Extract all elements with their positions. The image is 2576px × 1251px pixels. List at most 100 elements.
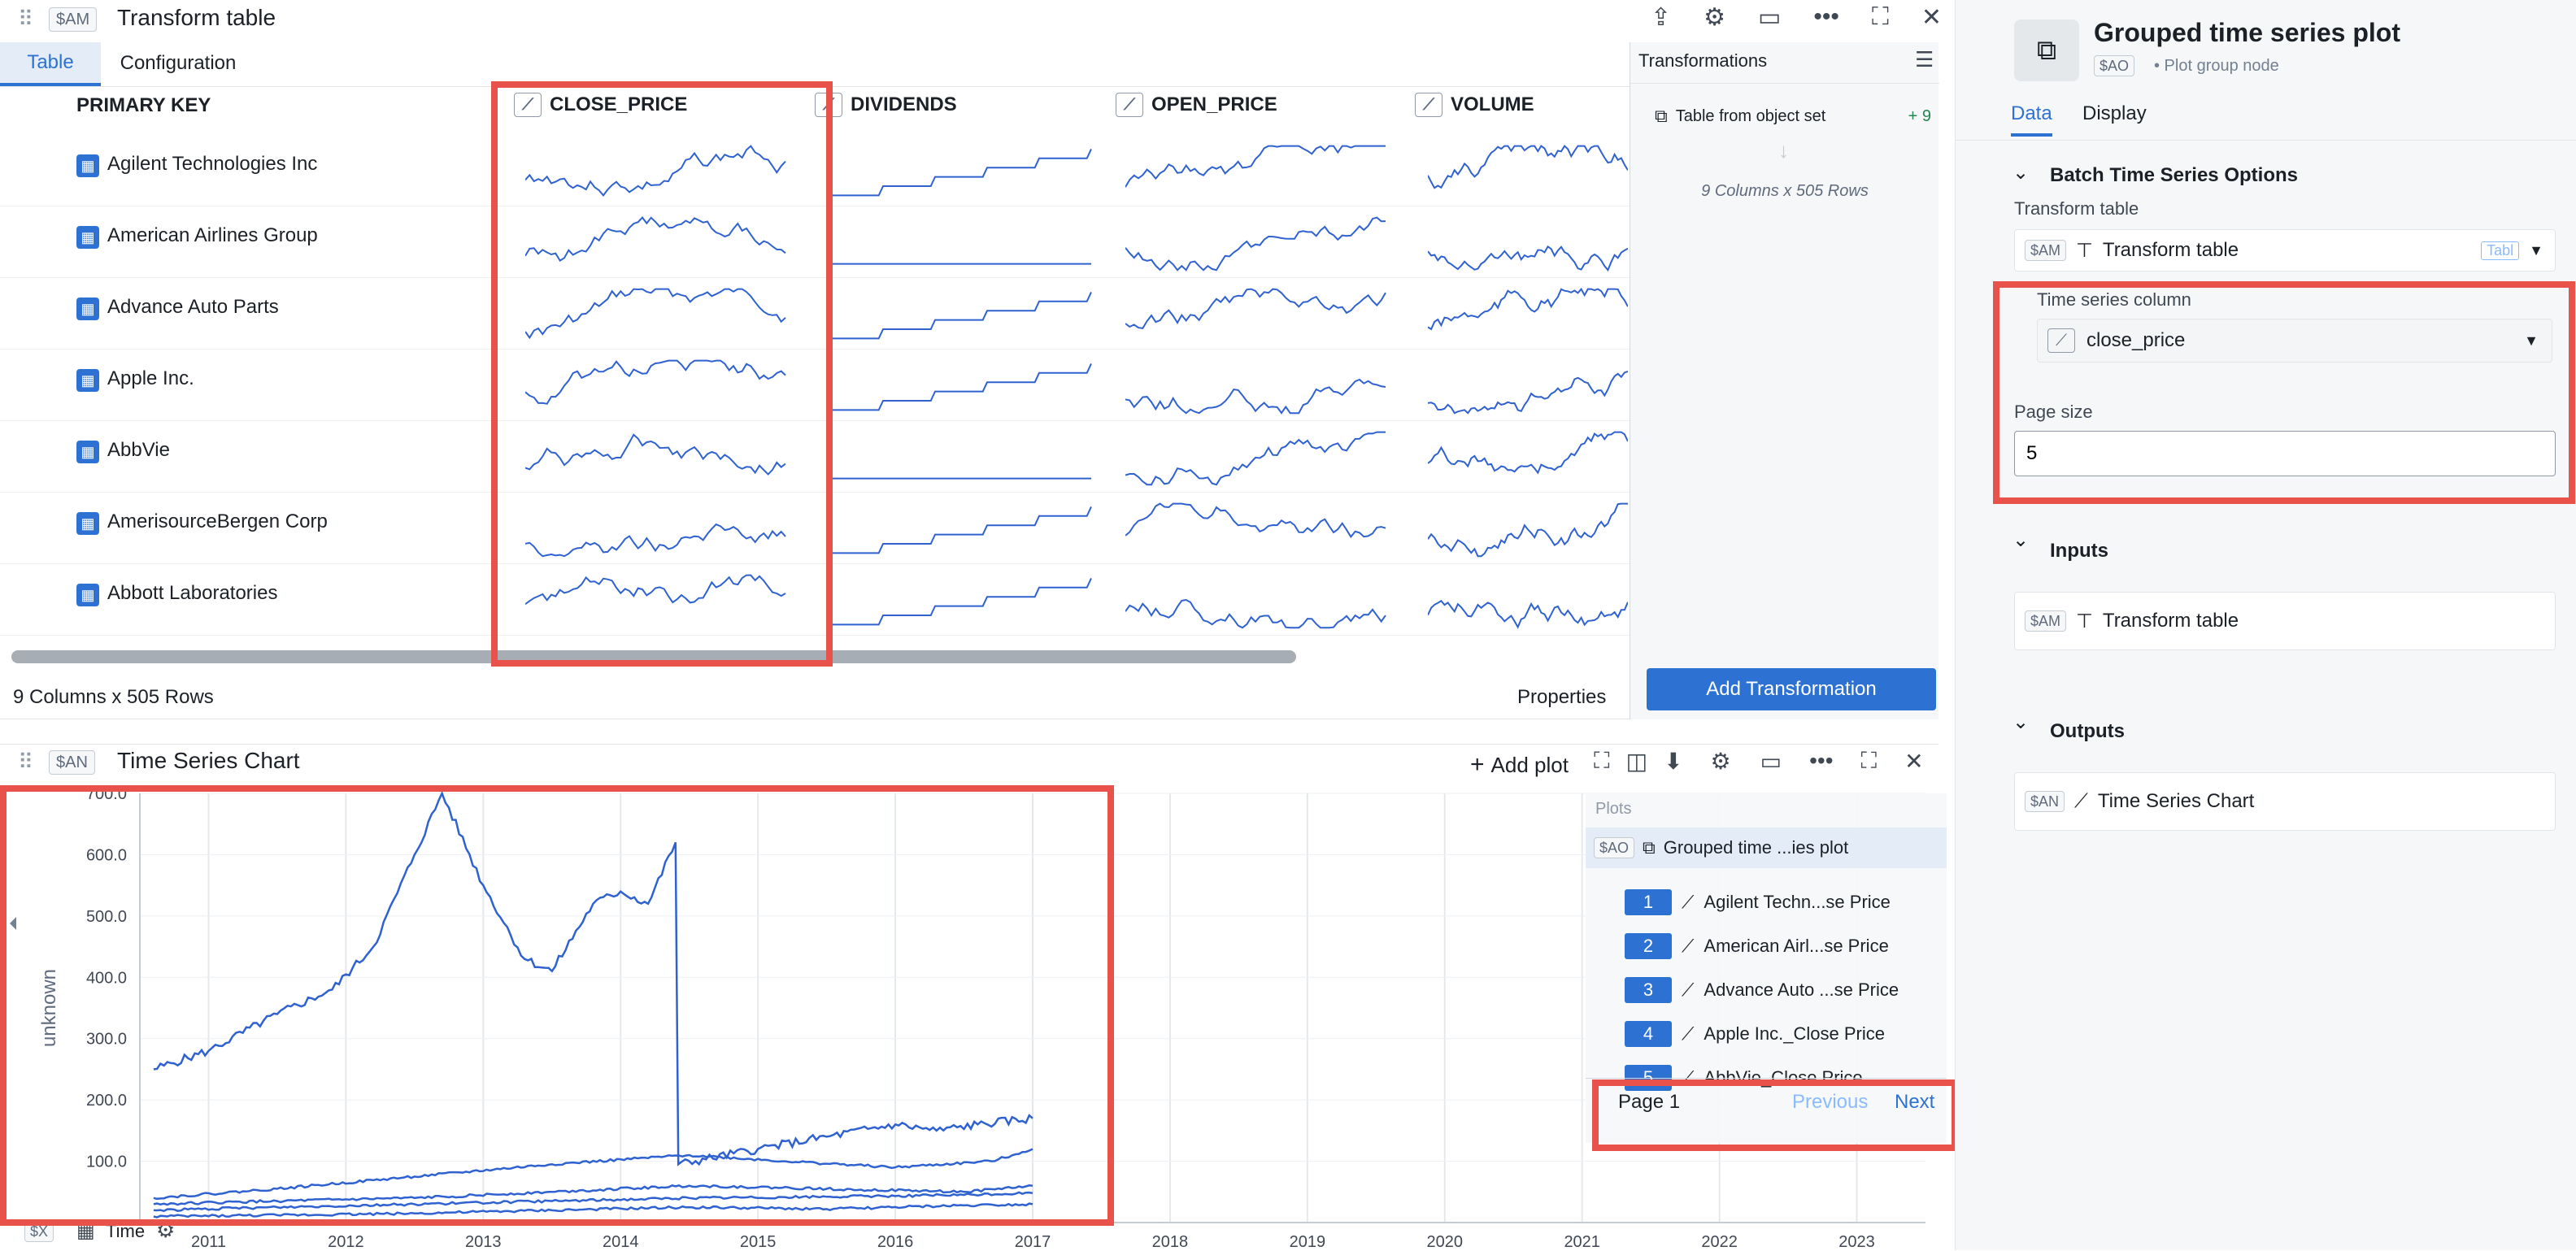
chevron-down-icon[interactable]: ⌄	[2012, 710, 2029, 734]
sparkline	[1428, 431, 1628, 475]
divider	[1586, 1078, 1947, 1079]
plot-item[interactable]: 4 ⟋ Apple Inc._Close Price	[1625, 1016, 1934, 1052]
panel-title: Transform table	[117, 5, 276, 30]
object-icon: ▦	[76, 298, 99, 320]
transform-badge: Tabl	[2481, 241, 2520, 260]
plot-item[interactable]: 1 ⟋ Agilent Techn...se Price	[1625, 884, 1934, 920]
object-icon: ▦	[76, 369, 99, 392]
present-icon[interactable]: ▭	[1760, 748, 1782, 780]
column-header-primary-key[interactable]: PRIMARY KEY	[76, 94, 211, 117]
sparkline-path	[1428, 599, 1628, 629]
more-icon[interactable]: •••	[1809, 748, 1833, 780]
timeseries-icon: ⟋	[2074, 790, 2088, 812]
more-icon[interactable]: •••	[1813, 3, 1839, 36]
chevron-down-icon[interactable]: ⌄	[2012, 161, 2029, 185]
gear-icon[interactable]: ⚙	[1704, 3, 1725, 36]
sparkline-path	[1428, 287, 1628, 331]
sparkline-path	[831, 291, 1092, 340]
layout-icon[interactable]: ◫	[1626, 748, 1647, 780]
sparkline	[1428, 370, 1628, 415]
line-plot-icon: ⟋	[1682, 936, 1695, 956]
tab-configuration[interactable]: Configuration	[101, 42, 255, 86]
sparkline-path	[1428, 431, 1628, 475]
x-tick-label: 2012	[328, 1233, 364, 1251]
tab-display[interactable]: Display	[2082, 102, 2147, 125]
step-label: Table from object set	[1675, 106, 1826, 125]
chevron-down-icon[interactable]: ⌄	[2012, 528, 2029, 552]
x-tick-label: 2015	[740, 1233, 777, 1251]
x-tick-label: 2023	[1838, 1233, 1875, 1251]
tab-table[interactable]: Table	[0, 42, 101, 86]
sparkline-path	[1428, 370, 1628, 415]
transformation-step[interactable]: ⧉ Table from object set + 9	[1655, 106, 1931, 127]
sparkline	[831, 263, 1091, 265]
plot-group-tag: $AO	[1594, 837, 1635, 858]
row-primary-key[interactable]: Abbott Laboratories	[107, 582, 277, 605]
sparkline-path	[1125, 288, 1386, 329]
collapse-panel-icon[interactable]: ☰	[1915, 47, 1934, 72]
sparkline-path	[1125, 216, 1386, 271]
download-icon[interactable]: ⬇	[1664, 748, 1682, 780]
plot-item[interactable]: 3 ⟋ Advance Auto ...se Price	[1625, 972, 1934, 1008]
row-primary-key[interactable]: Advance Auto Parts	[107, 296, 279, 319]
row-count: 9 Columns x 505 Rows	[13, 686, 214, 708]
tab-data[interactable]: Data	[2011, 102, 2052, 137]
plot-number: 1	[1625, 889, 1672, 915]
plot-item[interactable]: 2 ⟋ American Airl...se Price	[1625, 928, 1934, 964]
row-primary-key[interactable]: Agilent Technologies Inc	[107, 153, 317, 176]
table-icon: ⊤	[2076, 239, 2093, 262]
row-primary-key[interactable]: Apple Inc.	[107, 367, 194, 390]
select-icon[interactable]: ⛶	[1594, 748, 1610, 780]
row-primary-key[interactable]: AmerisourceBergen Corp	[107, 510, 328, 533]
plot-number: 4	[1625, 1021, 1672, 1047]
column-header-volume[interactable]: ⟋ VOLUME	[1415, 93, 1534, 117]
outputs-title: Outputs	[2050, 720, 2125, 742]
panel-drag-handle[interactable]: ⠿	[18, 7, 33, 32]
x-tick-label: 2020	[1427, 1233, 1464, 1251]
add-transformation-button[interactable]: Add Transformation	[1647, 668, 1936, 710]
sparkline	[831, 148, 1092, 197]
close-icon[interactable]: ✕	[1921, 3, 1942, 36]
caret-down-icon: ▼	[2529, 241, 2543, 258]
properties-link[interactable]: Properties	[1517, 686, 1606, 709]
sparkline-path	[831, 577, 1092, 626]
column-header-dividends[interactable]: ⟋ DIVIDENDS	[815, 93, 957, 117]
column-header-open-price[interactable]: ⟋ OPEN_PRICE	[1116, 93, 1277, 117]
input-value: Transform table	[2102, 610, 2239, 632]
inputs-title: Inputs	[2050, 540, 2108, 562]
table-icon: ⊤	[2076, 610, 2093, 632]
divider	[1956, 140, 2576, 141]
highlight-chart	[0, 785, 1114, 1226]
transform-table-select[interactable]: $AM ⊤ Transform table Tabl ▼	[2014, 229, 2556, 271]
node-tag: $AM	[49, 7, 98, 32]
sparkline	[1428, 145, 1628, 189]
fullscreen-icon[interactable]: ⛶	[1872, 3, 1889, 36]
highlight-pagination	[1592, 1079, 1958, 1151]
output-item[interactable]: $AN ⟋ Time Series Chart	[2014, 772, 2556, 831]
plot-group-row[interactable]: $AO ⧉ Grouped time ...ies plot	[1586, 827, 1947, 868]
panel-drag-handle[interactable]: ⠿	[18, 749, 33, 775]
add-plot-button[interactable]: + Add plot	[1470, 751, 1569, 779]
sparkline-path	[1428, 502, 1628, 558]
batch-section-title: Batch Time Series Options	[2050, 164, 2298, 186]
column-label: VOLUME	[1451, 93, 1534, 115]
arrow-down-icon: ↓	[1778, 138, 1789, 163]
input-item[interactable]: $AM ⊤ Transform table	[2014, 592, 2556, 650]
row-primary-key[interactable]: AbbVie	[107, 439, 170, 462]
sparkline	[1125, 288, 1386, 329]
sparkline-path	[831, 148, 1092, 197]
fullscreen-icon[interactable]: ⛶	[1861, 748, 1878, 780]
node-subtitle: • Plot group node	[2154, 57, 2279, 75]
x-tick-label: 2017	[1015, 1233, 1051, 1251]
close-icon[interactable]: ✕	[1904, 748, 1923, 780]
gear-icon[interactable]: ⚙	[1711, 748, 1731, 780]
highlight-close-price	[491, 81, 833, 667]
sparkline	[831, 291, 1092, 340]
grouped-plot-icon: ⧉	[2036, 35, 2057, 66]
row-primary-key[interactable]: American Airlines Group	[107, 224, 318, 247]
plot-label: Apple Inc._Close Price	[1704, 1023, 1885, 1044]
sparkline-path	[1125, 502, 1386, 539]
present-icon[interactable]: ▭	[1758, 3, 1781, 36]
export-icon[interactable]: ⇪	[1651, 3, 1671, 36]
output-tag: $AN	[2025, 791, 2065, 812]
